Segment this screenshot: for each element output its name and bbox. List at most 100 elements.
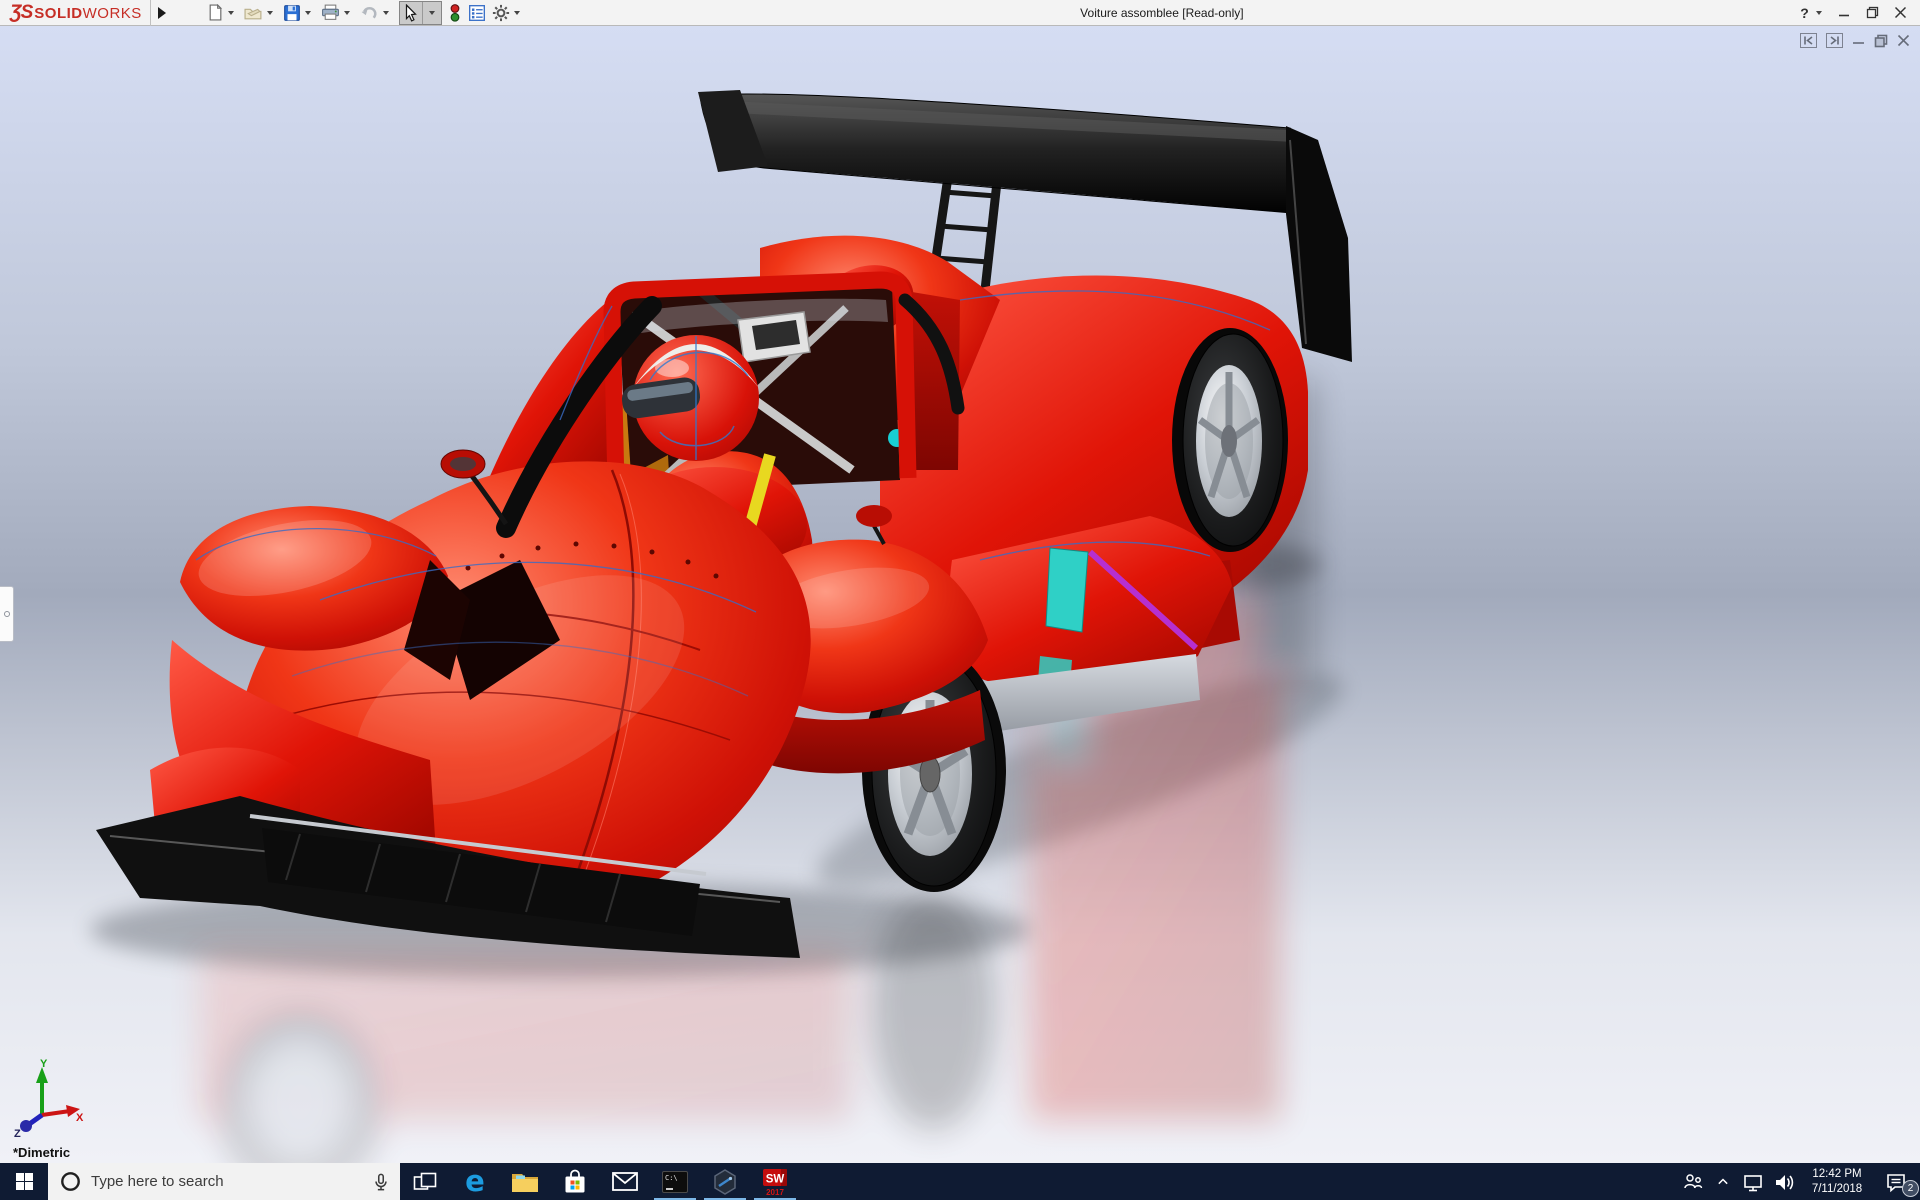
gear-icon bbox=[492, 4, 509, 21]
restore-icon bbox=[1874, 34, 1888, 47]
document-minimize-button[interactable] bbox=[1852, 34, 1865, 47]
graphics-area[interactable]: Y X Z *Dimetric bbox=[0, 26, 1920, 1163]
close-icon bbox=[1894, 6, 1906, 19]
help-button[interactable]: ? bbox=[1798, 1, 1828, 25]
select-tool-group bbox=[398, 0, 442, 25]
solidworks-logo-mark: ƷS bbox=[10, 1, 33, 23]
dropdown-caret bbox=[513, 11, 520, 15]
people-icon bbox=[1684, 1173, 1703, 1188]
restore-icon bbox=[1866, 6, 1878, 19]
dropdown-caret bbox=[343, 11, 350, 15]
dropdown-caret bbox=[382, 11, 389, 15]
rebuild-button[interactable] bbox=[446, 1, 464, 25]
triad-x-label: X bbox=[76, 1112, 84, 1124]
system-tray: 12:42 PM 7/11/2018 2 bbox=[1678, 1163, 1920, 1200]
people-button[interactable] bbox=[1678, 1163, 1708, 1200]
close-icon bbox=[1897, 34, 1910, 47]
solidworks-2017-button[interactable]: SW 2017 bbox=[750, 1163, 800, 1200]
tray-chevron-button[interactable] bbox=[1708, 1163, 1738, 1200]
windows-taskbar: e C:\ bbox=[0, 1163, 1920, 1200]
dropdown-caret bbox=[1815, 11, 1822, 15]
save-button[interactable] bbox=[281, 1, 317, 25]
task-view-button[interactable] bbox=[400, 1163, 450, 1200]
minimize-button[interactable] bbox=[1832, 1, 1856, 25]
tray-time: 12:42 PM bbox=[1812, 1167, 1862, 1180]
notification-badge: 2 bbox=[1902, 1180, 1919, 1197]
command-prompt-button[interactable]: C:\ bbox=[650, 1163, 700, 1200]
taskbar-spacer bbox=[800, 1163, 1678, 1200]
file-explorer-icon bbox=[512, 1173, 538, 1192]
clock-button[interactable]: 12:42 PM 7/11/2018 bbox=[1798, 1163, 1876, 1200]
select-tool-button[interactable] bbox=[400, 1, 422, 25]
open-button[interactable] bbox=[242, 1, 279, 25]
chevron-up-icon bbox=[1718, 1177, 1728, 1184]
speaker-icon bbox=[1776, 1174, 1794, 1190]
pane-next-button[interactable] bbox=[1826, 33, 1843, 48]
help-label: ? bbox=[1800, 4, 1809, 21]
action-center-button[interactable]: 2 bbox=[1876, 1163, 1919, 1200]
volume-button[interactable] bbox=[1768, 1163, 1798, 1200]
dark-hexagon-app-button[interactable] bbox=[700, 1163, 750, 1200]
solidworks-window: ƷS SOLID WORKS Voiture assomblee [Read-o… bbox=[0, 0, 1920, 1200]
new-document-icon bbox=[209, 4, 222, 21]
view-orientation-label: *Dimetric bbox=[13, 1145, 71, 1160]
panel-flyout-tab[interactable] bbox=[0, 586, 14, 642]
cmd-glyph: C:\ bbox=[665, 1174, 678, 1182]
document-close-button[interactable] bbox=[1897, 34, 1910, 47]
network-button[interactable] bbox=[1738, 1163, 1768, 1200]
search-input[interactable] bbox=[91, 1173, 362, 1190]
start-button[interactable] bbox=[0, 1163, 48, 1200]
minimize-icon bbox=[1839, 14, 1849, 16]
pane-left-arrow-icon bbox=[1804, 36, 1813, 45]
dropdown-caret bbox=[227, 11, 234, 15]
undo-arrow-icon bbox=[361, 7, 377, 19]
edge-icon: e bbox=[465, 1164, 485, 1198]
options-button[interactable] bbox=[490, 1, 526, 25]
microphone-icon[interactable] bbox=[372, 1172, 390, 1192]
undo-button[interactable] bbox=[358, 1, 395, 25]
tray-date: 7/11/2018 bbox=[1811, 1182, 1863, 1195]
open-folder-icon bbox=[244, 8, 262, 20]
solidworks-logo: ƷS SOLID WORKS bbox=[0, 2, 150, 24]
dropdown-caret bbox=[428, 11, 435, 15]
menu-expand-arrow-button[interactable] bbox=[151, 0, 173, 26]
save-floppy-icon bbox=[283, 4, 300, 21]
print-icon bbox=[321, 4, 339, 20]
task-view-icon bbox=[413, 1172, 436, 1190]
display-settings-button[interactable] bbox=[466, 1, 488, 25]
dropdown-caret bbox=[266, 11, 273, 15]
rear-wheel bbox=[1172, 328, 1288, 552]
taskbar-search[interactable] bbox=[48, 1163, 400, 1200]
minimize-icon bbox=[1853, 42, 1864, 44]
document-window-controls bbox=[1800, 33, 1910, 48]
dropdown-caret bbox=[304, 11, 311, 15]
restore-button[interactable] bbox=[1860, 1, 1884, 25]
new-document-button[interactable] bbox=[205, 1, 240, 25]
title-bar: ƷS SOLID WORKS Voiture assomblee [Read-o… bbox=[0, 0, 1920, 26]
network-icon bbox=[1744, 1174, 1762, 1191]
print-button[interactable] bbox=[319, 1, 356, 25]
store-icon bbox=[565, 1169, 585, 1193]
solidworks-logo-text-bold: SOLID bbox=[34, 4, 83, 22]
store-button[interactable] bbox=[550, 1163, 600, 1200]
edge-button[interactable]: e bbox=[450, 1163, 500, 1200]
mail-button[interactable] bbox=[600, 1163, 650, 1200]
document-restore-button[interactable] bbox=[1874, 34, 1888, 48]
pane-previous-button[interactable] bbox=[1800, 33, 1817, 48]
traffic-light-icon bbox=[450, 3, 460, 22]
solidworks-2017-icon: SW 2017 bbox=[763, 1168, 787, 1197]
triad-y-label: Y bbox=[40, 1059, 48, 1070]
right-mirror bbox=[856, 505, 892, 527]
close-button[interactable] bbox=[1888, 1, 1912, 25]
select-tool-dropdown[interactable] bbox=[423, 1, 441, 25]
windows-logo-icon bbox=[15, 1173, 33, 1190]
document-title: Voiture assomblee [Read-only] bbox=[1080, 5, 1244, 20]
pane-right-arrow-icon bbox=[1830, 36, 1839, 45]
car-model-3d[interactable] bbox=[0, 26, 1920, 1163]
select-cursor-icon bbox=[405, 3, 417, 22]
file-explorer-button[interactable] bbox=[500, 1163, 550, 1200]
solidworks-logo-text-light: WORKS bbox=[82, 4, 142, 22]
triad-z-label: Z bbox=[14, 1128, 21, 1137]
right-triangle-icon bbox=[157, 6, 166, 19]
window-controls: ? bbox=[1798, 1, 1920, 25]
